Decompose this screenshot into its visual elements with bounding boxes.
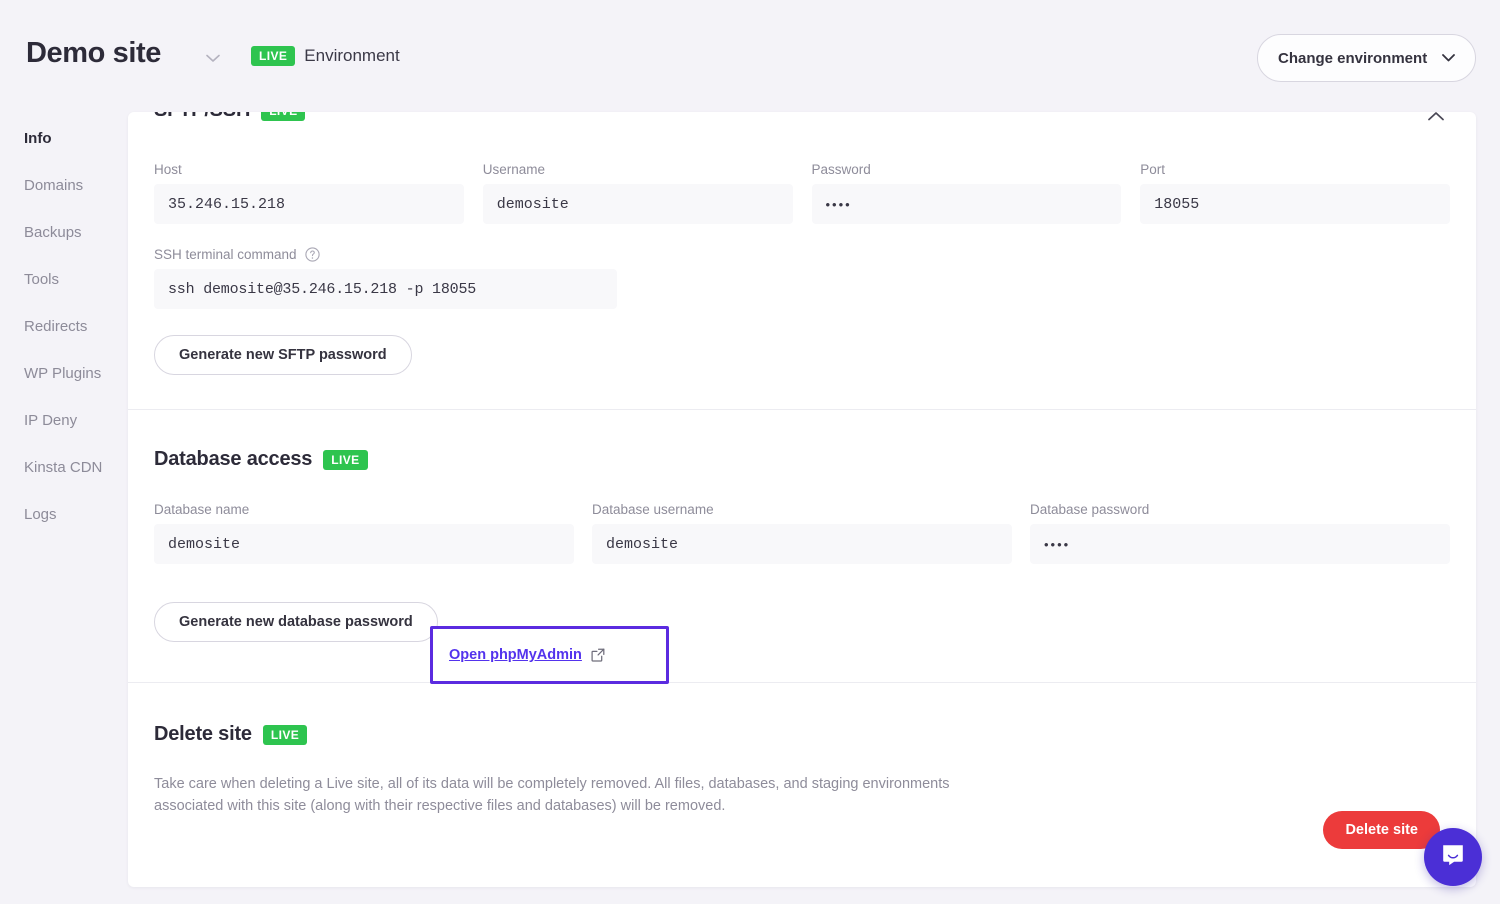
ssh-command-block: SSH terminal command ssh demosite@35.246… [154, 247, 1450, 309]
generate-sftp-password-button[interactable]: Generate new SFTP password [154, 335, 412, 375]
database-actions: Generate new database password [154, 602, 1450, 642]
delete-site-title: Delete site [154, 723, 252, 746]
generate-database-password-button[interactable]: Generate new database password [154, 602, 438, 642]
database-username-value[interactable]: demosite [592, 524, 1012, 564]
sftp-fields-row: Host 35.246.15.218 Username demosite Pas… [154, 112, 1450, 224]
sidebar-item-tools[interactable]: Tools [0, 256, 128, 303]
delete-site-description: Take care when deleting a Live site, all… [154, 773, 984, 817]
sftp-actions: Generate new SFTP password [154, 335, 1450, 375]
sftp-ssh-title: SFTP/SSH [154, 112, 250, 122]
external-link-icon [591, 648, 605, 662]
chevron-down-icon [1442, 49, 1455, 67]
database-username-label: Database username [592, 502, 1012, 517]
database-field-password: Database password •••• [1030, 502, 1450, 564]
sidebar-item-backups[interactable]: Backups [0, 209, 128, 256]
sftp-status-badge: LIVE [261, 112, 305, 121]
sftp-field-host: Host 35.246.15.218 [154, 162, 464, 224]
database-password-value[interactable]: •••• [1030, 524, 1450, 564]
sftp-password-value[interactable]: •••• [812, 184, 1122, 224]
site-dropdown-chevron-down-icon[interactable] [203, 48, 223, 68]
change-environment-button[interactable]: Change environment [1257, 34, 1476, 82]
ssh-command-value[interactable]: ssh demosite@35.246.15.218 -p 18055 [154, 269, 617, 309]
question-circle-icon[interactable] [305, 247, 320, 262]
sftp-password-masked-value: •••• [826, 197, 852, 212]
environment-indicator: LIVE Environment [251, 46, 400, 66]
chat-bubble-icon [1440, 842, 1466, 873]
sidebar-item-logs[interactable]: Logs [0, 491, 128, 538]
sftp-field-username: Username demosite [483, 162, 793, 224]
status-badge: LIVE [251, 46, 295, 66]
database-access-header: Database access LIVE [154, 448, 1450, 471]
intercom-launcher-button[interactable] [1424, 828, 1482, 886]
open-phpmyadmin-label: Open phpMyAdmin [449, 647, 582, 663]
database-field-username: Database username demosite [592, 502, 1012, 564]
sftp-host-label: Host [154, 162, 464, 177]
sftp-port-label: Port [1140, 162, 1450, 177]
delete-site-header: Delete site LIVE [154, 723, 1450, 746]
database-access-title: Database access [154, 448, 312, 471]
database-password-masked-value: •••• [1044, 537, 1070, 552]
sftp-username-value[interactable]: demosite [483, 184, 793, 224]
delete-site-section: Delete site LIVE Take care when deleting… [128, 683, 1476, 857]
sftp-collapse-chevron-up-icon[interactable] [1428, 112, 1450, 130]
delete-status-badge: LIVE [263, 725, 307, 745]
delete-site-button[interactable]: Delete site [1323, 811, 1440, 849]
sftp-username-label: Username [483, 162, 793, 177]
sidebar-item-domains[interactable]: Domains [0, 162, 128, 209]
sftp-password-label: Password [812, 162, 1122, 177]
ssh-command-label: SSH terminal command [154, 247, 297, 262]
database-password-label: Database password [1030, 502, 1450, 517]
sidebar-item-kinsta-cdn[interactable]: Kinsta CDN [0, 444, 128, 491]
sidebar-item-info[interactable]: Info [0, 115, 128, 162]
sftp-field-password: Password •••• [812, 162, 1122, 224]
open-phpmyadmin-link[interactable]: Open phpMyAdmin [449, 647, 605, 663]
open-phpmyadmin-highlight: Open phpMyAdmin [430, 626, 669, 684]
sftp-host-value[interactable]: 35.246.15.218 [154, 184, 464, 224]
sftp-ssh-section: SFTP/SSH LIVE Host 35.246.15.218 Usernam… [128, 112, 1476, 409]
database-status-badge: LIVE [323, 450, 367, 470]
database-field-name: Database name demosite [154, 502, 574, 564]
database-fields-row: Database name demosite Database username… [154, 502, 1450, 564]
sidebar-item-wp-plugins[interactable]: WP Plugins [0, 350, 128, 397]
sidebar: Info Domains Backups Tools Redirects WP … [0, 115, 128, 904]
database-name-value[interactable]: demosite [154, 524, 574, 564]
sidebar-item-redirects[interactable]: Redirects [0, 303, 128, 350]
sftp-port-value[interactable]: 18055 [1140, 184, 1450, 224]
sftp-ssh-header: SFTP/SSH LIVE [154, 112, 305, 122]
content-card: SFTP/SSH LIVE Host 35.246.15.218 Usernam… [128, 112, 1476, 887]
sftp-field-port: Port 18055 [1140, 162, 1450, 224]
database-access-section: Database access LIVE Database name demos… [128, 410, 1476, 682]
page-title: Demo site [26, 37, 161, 70]
ssh-command-label-row: SSH terminal command [154, 247, 1450, 262]
sidebar-item-ip-deny[interactable]: IP Deny [0, 397, 128, 444]
environment-label: Environment [304, 46, 399, 66]
top-bar: Demo site LIVE Environment Change enviro… [0, 0, 1500, 115]
database-name-label: Database name [154, 502, 574, 517]
change-environment-label: Change environment [1278, 50, 1427, 67]
